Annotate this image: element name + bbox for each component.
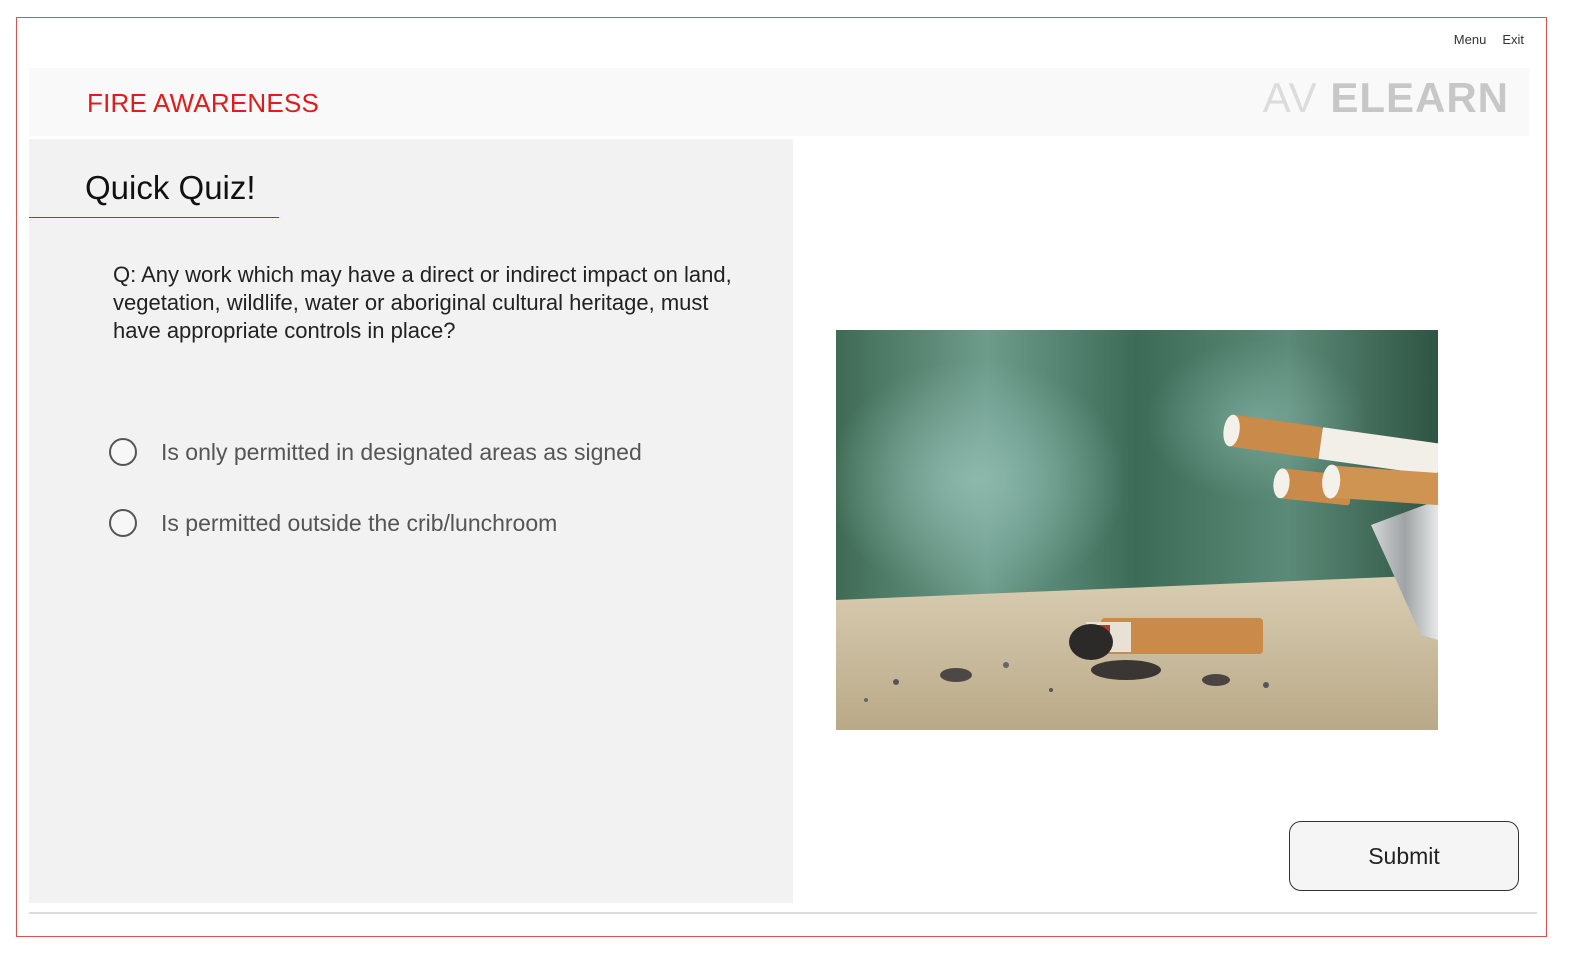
radio-button-icon[interactable] — [109, 509, 137, 537]
cigarette-ashtray-photo — [836, 330, 1438, 730]
brand-logo: AV ELEARN — [1263, 74, 1509, 122]
exit-link[interactable]: Exit — [1502, 32, 1524, 47]
quiz-heading: Quick Quiz! — [85, 169, 256, 206]
heading-underline — [29, 217, 279, 218]
course-frame: Menu Exit FIRE AWARENESS AV ELEARN Quick… — [16, 17, 1547, 937]
cigarette-photo-illustration — [836, 330, 1438, 730]
top-nav: Menu Exit — [1454, 32, 1524, 47]
header-bar: FIRE AWARENESS AV ELEARN — [29, 68, 1529, 136]
logo-av-text: AV — [1262, 74, 1318, 121]
progress-track — [29, 912, 1537, 914]
menu-link[interactable]: Menu — [1454, 32, 1487, 47]
answer-option-label: Is permitted outside the crib/lunchroom — [161, 509, 558, 536]
logo-elearn-text: ELEARN — [1330, 74, 1509, 121]
answer-option-label: Is only permitted in designated areas as… — [161, 438, 642, 465]
submit-button[interactable]: Submit — [1289, 821, 1519, 891]
course-title: FIRE AWARENESS — [87, 88, 320, 118]
radio-button-icon[interactable] — [109, 438, 137, 466]
quiz-panel: Quick Quiz! Q: Any work which may have a… — [29, 139, 793, 903]
answer-option-1[interactable]: Is only permitted in designated areas as… — [109, 438, 642, 466]
answer-option-2[interactable]: Is permitted outside the crib/lunchroom — [109, 509, 557, 537]
question-text: Q: Any work which may have a direct or i… — [113, 262, 732, 343]
